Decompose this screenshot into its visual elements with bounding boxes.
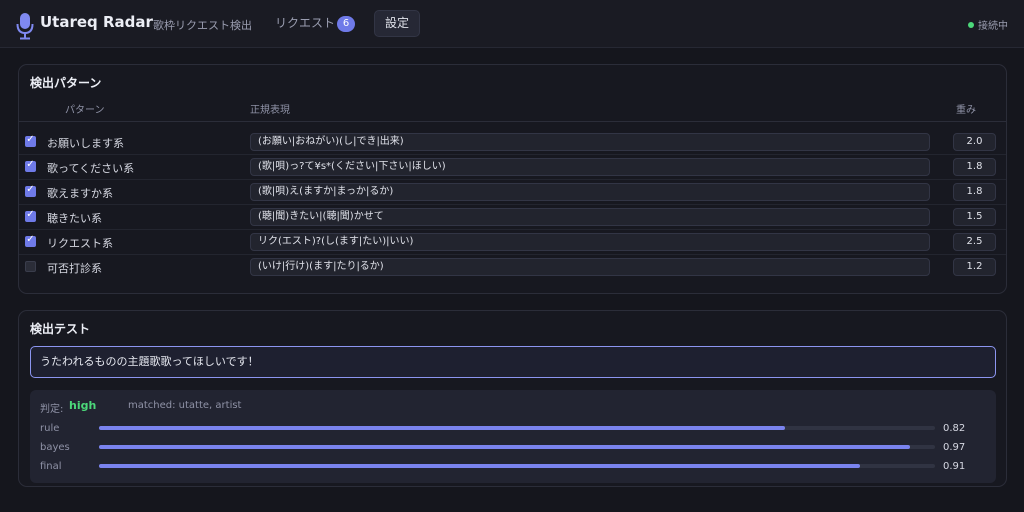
verdict-value: high bbox=[69, 399, 97, 412]
score-label-final: final bbox=[40, 461, 62, 472]
score-bar-final bbox=[99, 464, 935, 468]
status-text: 接続中 bbox=[978, 21, 1008, 32]
result-panel: 判定: high matched: utatte, artist rule 0.… bbox=[30, 390, 996, 483]
pattern-row: ✓ 歌えますか系 (歌|唄)え(ますか|まっか|るか) 1.8 bbox=[19, 180, 1006, 205]
matched-terms: matched: utatte, artist bbox=[128, 400, 242, 411]
pattern-regex-input[interactable]: (聴|聞)きたい|(聴|聞)かせて bbox=[250, 208, 930, 226]
score-fill-final bbox=[99, 464, 860, 468]
app-header: Utareq Radar 歌枠リクエスト検出 リクエスト 6 設定 接続中 bbox=[0, 0, 1024, 48]
pattern-name: 聴きたい系 bbox=[47, 212, 102, 225]
pattern-row: ✓ 歌ってください系 (歌|唄)っ?て¥s*(ください|下さい|ほしい) 1.8 bbox=[19, 155, 1006, 180]
pattern-name: 可否打診系 bbox=[47, 262, 102, 275]
pattern-name: 歌ってください系 bbox=[47, 162, 135, 175]
test-card-title: 検出テスト bbox=[30, 322, 91, 336]
verdict-label: 判定: bbox=[40, 404, 64, 415]
check-icon: ✓ bbox=[26, 184, 35, 195]
score-bar-bayes bbox=[99, 445, 935, 449]
pattern-enable-checkbox[interactable]: ✓ bbox=[25, 159, 36, 172]
pattern-enable-checkbox[interactable]: ✓ bbox=[25, 234, 36, 247]
pattern-regex-input[interactable]: (歌|唄)っ?て¥s*(ください|下さい|ほしい) bbox=[250, 158, 930, 176]
score-value-final: 0.91 bbox=[943, 461, 966, 472]
pattern-enable-checkbox[interactable]: ✓ bbox=[25, 134, 36, 147]
column-header-regex: 正規表現 bbox=[250, 105, 290, 116]
settings-button[interactable]: 設定 bbox=[374, 10, 420, 37]
requests-count-badge: 6 bbox=[337, 16, 355, 32]
score-label-rule: rule bbox=[40, 423, 60, 434]
pattern-row: ✓ リクエスト系 リク(エスト)?(し(ます|たい)|いい) 2.5 bbox=[19, 230, 1006, 255]
pattern-enable-checkbox[interactable]: ✓ bbox=[25, 184, 36, 197]
pattern-regex-input[interactable]: (歌|唄)え(ますか|まっか|るか) bbox=[250, 183, 930, 201]
pattern-card: 検出パターン パターン 正規表現 重み ✓ お願いします系 (お願い|おねがい)… bbox=[18, 64, 1007, 294]
check-icon: ✓ bbox=[26, 234, 35, 245]
status-dot-icon bbox=[968, 22, 974, 28]
pattern-row: 可否打診系 (いけ|行け)(ます|たり|るか) 1.2 bbox=[19, 255, 1006, 280]
app-title: Utareq Radar bbox=[40, 13, 153, 31]
score-fill-rule bbox=[99, 426, 785, 430]
check-icon: ✓ bbox=[26, 134, 35, 145]
pattern-row: ✓ 聴きたい系 (聴|聞)きたい|(聴|聞)かせて 1.5 bbox=[19, 205, 1006, 230]
microphone-icon bbox=[16, 13, 34, 40]
pattern-regex-input[interactable]: (いけ|行け)(ます|たり|るか) bbox=[250, 258, 930, 276]
header-divider bbox=[19, 121, 1006, 122]
column-header-weight: 重み bbox=[956, 105, 976, 116]
pattern-name: リクエスト系 bbox=[47, 237, 113, 250]
test-input[interactable]: うたわれるものの主題歌歌ってほしいです！ bbox=[30, 346, 996, 378]
pattern-card-title: 検出パターン bbox=[30, 76, 102, 90]
pattern-regex-input[interactable]: (お願い|おねがい)(し|でき|出来) bbox=[250, 133, 930, 151]
pattern-weight-input[interactable]: 2.0 bbox=[953, 133, 996, 151]
pattern-weight-input[interactable]: 1.5 bbox=[953, 208, 996, 226]
pattern-weight-input[interactable]: 1.8 bbox=[953, 158, 996, 176]
pattern-row: ✓ お願いします系 (お願い|おねがい)(し|でき|出来) 2.0 bbox=[19, 130, 1006, 155]
score-bar-rule bbox=[99, 426, 935, 430]
pattern-weight-input[interactable]: 1.8 bbox=[953, 183, 996, 201]
score-label-bayes: bayes bbox=[40, 442, 70, 453]
score-fill-bayes bbox=[99, 445, 910, 449]
column-header-pattern: パターン bbox=[65, 105, 105, 116]
app-subtitle: 歌枠リクエスト検出 bbox=[153, 19, 252, 32]
test-card: 検出テスト うたわれるものの主題歌歌ってほしいです！ 判定: high matc… bbox=[18, 310, 1007, 487]
pattern-enable-checkbox[interactable] bbox=[25, 261, 36, 272]
pattern-enable-checkbox[interactable]: ✓ bbox=[25, 209, 36, 222]
score-value-bayes: 0.97 bbox=[943, 442, 966, 453]
pattern-weight-input[interactable]: 2.5 bbox=[953, 233, 996, 251]
pattern-name: お願いします系 bbox=[47, 137, 124, 150]
nav-requests-link[interactable]: リクエスト bbox=[275, 14, 335, 31]
connection-status: 接続中 bbox=[968, 17, 1008, 32]
pattern-weight-input[interactable]: 1.2 bbox=[953, 258, 996, 276]
score-value-rule: 0.82 bbox=[943, 423, 966, 434]
pattern-name: 歌えますか系 bbox=[47, 187, 113, 200]
check-icon: ✓ bbox=[26, 209, 35, 220]
pattern-regex-input[interactable]: リク(エスト)?(し(ます|たい)|いい) bbox=[250, 233, 930, 251]
check-icon: ✓ bbox=[26, 159, 35, 170]
